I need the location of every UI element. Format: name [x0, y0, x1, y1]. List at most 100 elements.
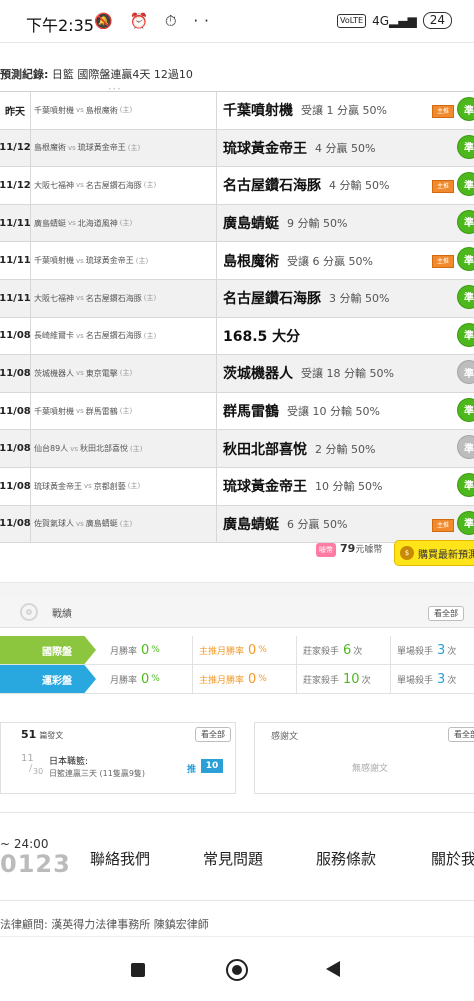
purchase-bar: 噱幣 79元噱幣 $ 購買最新預測	[0, 540, 474, 566]
vs-label: vs	[76, 369, 84, 378]
record-type-label[interactable]: 國際盤	[0, 636, 96, 664]
prediction-row[interactable]: 11/11 千葉噴射機 vs 琉球黃金帝王 (主) 島根魔術 受讓 6 分贏 50% 主推準	[0, 242, 474, 280]
prediction-row[interactable]: 11/08 仙台89人 vs 秋田北部喜悅 (主) 秋田北部喜悅 2 分輸 50% 準	[0, 430, 474, 468]
row-date: 11/08	[0, 430, 31, 467]
prediction-row[interactable]: 11/11 大阪七福神 vs 名古屋鑽石海豚 (主) 名古屋鑽石海豚 3 分輸 50% 準	[0, 279, 474, 318]
prediction-row[interactable]: 11/08 茨城機器人 vs 東京電擊 (主) 茨城機器人 受讓 18 分輸 50% 準	[0, 355, 474, 393]
pick-team: 琉球黃金帝王	[223, 479, 307, 496]
pick-result: 2 分輸 50%	[315, 442, 376, 456]
away-team: 琉球黃金帝王	[77, 143, 126, 153]
row-date: 11/08	[0, 392, 31, 430]
row-pick: 茨城機器人 受讓 18 分輸 50%	[216, 355, 457, 392]
prediction-row[interactable]: 11/08 佐賀氣球人 vs 廣島蜻蜓 (主) 廣島蜻蜓 6 分贏 50% 主推準	[0, 505, 474, 544]
footer-link-about[interactable]: 關於我	[431, 848, 474, 869]
vs-label: vs	[70, 444, 78, 453]
away-team: 北海道風神	[77, 218, 118, 228]
pick-result: 3 分輸 50%	[329, 292, 390, 306]
footer-link-contact[interactable]: 聯絡我們	[90, 848, 150, 869]
home-team: 長崎維爾卡	[34, 331, 74, 341]
accuracy-badge-icon: 準	[458, 210, 474, 233]
row-match: 佐賀氣球人 vs 廣島蜻蜓 (主)	[34, 506, 134, 543]
row-date: 11/11	[0, 279, 31, 317]
home-tag: (主)	[129, 444, 143, 453]
accuracy-badge-icon: 準	[458, 285, 474, 308]
accuracy-badge-icon: 準	[458, 98, 474, 120]
post-title: 日本職籃:	[49, 757, 89, 767]
record-type-label[interactable]: 運彩盤	[0, 665, 96, 693]
home-icon[interactable]	[226, 959, 248, 981]
row-pick: 琉球黃金帝王 4 分贏 50%	[216, 129, 457, 167]
prediction-row[interactable]: 11/12 大阪七福神 vs 名古屋鑽石海豚 (主) 名古屋鑽石海豚 4 分輸 50% 主推準	[0, 167, 474, 205]
record-see-all-button[interactable]: 看全部	[428, 606, 464, 621]
buy-prediction-button[interactable]: $ 購買最新預測	[394, 540, 474, 566]
row-pick: 千葉噴射機 受讓 1 分贏 50%	[216, 92, 457, 129]
row-pick: 168.5 大分	[216, 317, 457, 355]
prediction-row[interactable]: 11/08 長崎維爾卡 vs 名古屋鑽石海豚 (主) 168.5 大分 準	[0, 317, 474, 356]
vs-label: vs	[76, 407, 84, 416]
footer-link-terms[interactable]: 服務條款	[316, 848, 376, 869]
pick-result: 受讓 10 分輸 50%	[287, 405, 380, 419]
record-row: 國際盤 月勝率 0% 主推月勝率 0% 莊家殺手 6 次單場殺手 3 次	[0, 636, 474, 665]
row-match: 島根魔術 vs 琉球黃金帝王 (主)	[34, 130, 142, 167]
thanks-empty-text: 無感謝文	[351, 764, 388, 774]
home-tag: (主)	[135, 256, 149, 265]
vs-label: vs	[76, 294, 84, 303]
posts-see-all-button[interactable]: 看全部	[195, 727, 231, 742]
row-date: 11/08	[0, 355, 31, 392]
post-month: 30	[33, 767, 44, 776]
row-pick: 廣島蜻蜓 9 分輸 50%	[216, 204, 457, 242]
home-tag: (主)	[119, 369, 133, 378]
pick-team: 廣島蜻蜓	[223, 516, 279, 533]
prediction-row[interactable]: 11/08 千葉噴射機 vs 群馬雷鶴 (主) 群馬雷鶴 受讓 10 分輸 50% 準	[0, 392, 474, 431]
post-item[interactable]: 11 / 30 日本職籃: 日籃連贏三天 (11隻贏9隻) 推 10	[17, 753, 227, 783]
carousel-dots[interactable]: •••	[108, 86, 122, 93]
accuracy-badge-icon: 準	[458, 248, 474, 271]
prediction-row[interactable]: 11/08 琉球黃金帝王 vs 京都創藝 (主) 琉球黃金帝王 10 分輸 50% 準	[0, 467, 474, 506]
row-date: 昨天	[0, 92, 31, 129]
vs-label: vs	[76, 331, 84, 340]
signal-icon: 4G▂▄▆	[372, 13, 417, 28]
status-right: VoLTE 4G▂▄▆ 24	[337, 12, 452, 29]
house-killer-count: 莊家殺手 10 次	[296, 665, 390, 693]
coin-icon: 噱幣	[316, 543, 336, 557]
divider	[0, 900, 474, 901]
service-hours: ~ 24:00	[0, 837, 49, 851]
post-subtitle: 日籃連贏三天 (11隻贏9隻)	[49, 769, 146, 778]
target-icon	[20, 603, 38, 621]
row-date: 11/08	[0, 317, 31, 355]
house-killer-count: 莊家殺手 6 次	[296, 636, 390, 664]
pick-result: 4 分輸 50%	[329, 179, 390, 193]
prediction-row[interactable]: 11/12 島根魔術 vs 琉球黃金帝王 (主) 琉球黃金帝王 4 分贏 50% 準	[0, 129, 474, 168]
recent-apps-icon[interactable]	[131, 963, 145, 977]
vs-label: vs	[68, 219, 76, 228]
row-pick: 秋田北部喜悅 2 分輸 50%	[216, 430, 457, 467]
pick-team: 群馬雷鶴	[223, 404, 279, 421]
single-game-killer-count: 單場殺手 3 次	[390, 665, 474, 693]
pick-team: 名古屋鑽石海豚	[223, 178, 321, 195]
away-team: 琉球黃金帝王	[85, 256, 134, 266]
post-recommend-label: 推	[187, 765, 197, 775]
footer-link-faq[interactable]: 常見問題	[203, 848, 263, 869]
vs-label: vs	[76, 181, 84, 190]
single-game-killer-count: 單場殺手 3 次	[390, 636, 474, 664]
back-icon[interactable]	[326, 961, 340, 977]
away-team: 名古屋鑽石海豚	[85, 180, 142, 190]
accuracy-badge-icon: 準	[458, 473, 474, 496]
home-tag: (主)	[143, 294, 157, 303]
price: 79元噱幣	[340, 542, 383, 555]
battery-icon: 24	[422, 12, 452, 29]
posts-box: 51 篇發文 看全部 11 / 30 日本職籃: 日籃連贏三天 (11隻贏9隻) …	[0, 722, 236, 794]
main-pick-icon: 主推	[432, 255, 454, 269]
thanks-see-all-button[interactable]: 看全部	[448, 727, 474, 742]
home-tag: (主)	[127, 482, 141, 491]
record-header: 戰績 看全部	[0, 597, 474, 628]
away-team: 名古屋鑽石海豚	[85, 293, 142, 303]
pick-team: 秋田北部喜悅	[223, 441, 307, 458]
prediction-row[interactable]: 11/11 廣島蜻蜓 vs 北海道風神 (主) 廣島蜻蜓 9 分輸 50% 準	[0, 204, 474, 243]
row-date: 11/11	[0, 204, 31, 242]
row-pick: 琉球黃金帝王 10 分輸 50%	[216, 467, 457, 505]
prediction-row[interactable]: 昨天 千葉噴射機 vs 島根魔術 (主) 千葉噴射機 受讓 1 分贏 50% 主推準	[0, 92, 474, 130]
accuracy-badge-icon: 準	[458, 398, 474, 421]
monthly-win-rate: 月勝率 0%	[110, 642, 160, 658]
row-match: 仙台89人 vs 秋田北部喜悅 (主)	[34, 430, 144, 467]
